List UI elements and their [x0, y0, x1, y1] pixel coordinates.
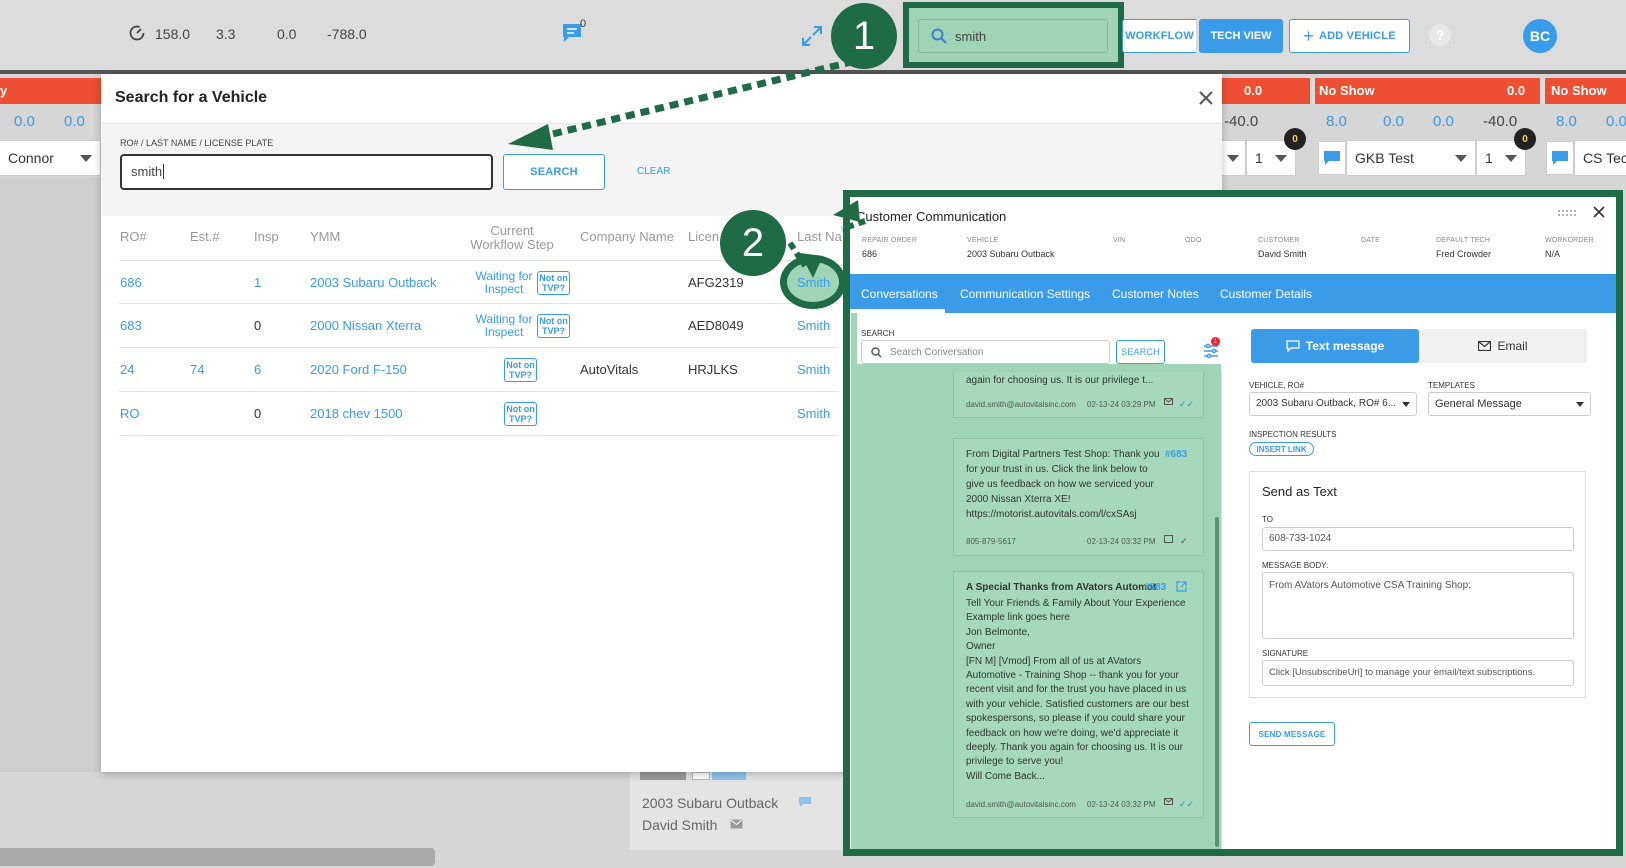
arrow-1-head: [508, 124, 553, 150]
annotation-arrows: [508, 54, 869, 278]
callout-1: 1: [831, 3, 897, 69]
arrow-2a-head: [833, 200, 860, 222]
callout-2: 2: [720, 210, 786, 276]
arrow-1-line: [539, 54, 869, 141]
arrow-2a-line: [841, 218, 866, 232]
